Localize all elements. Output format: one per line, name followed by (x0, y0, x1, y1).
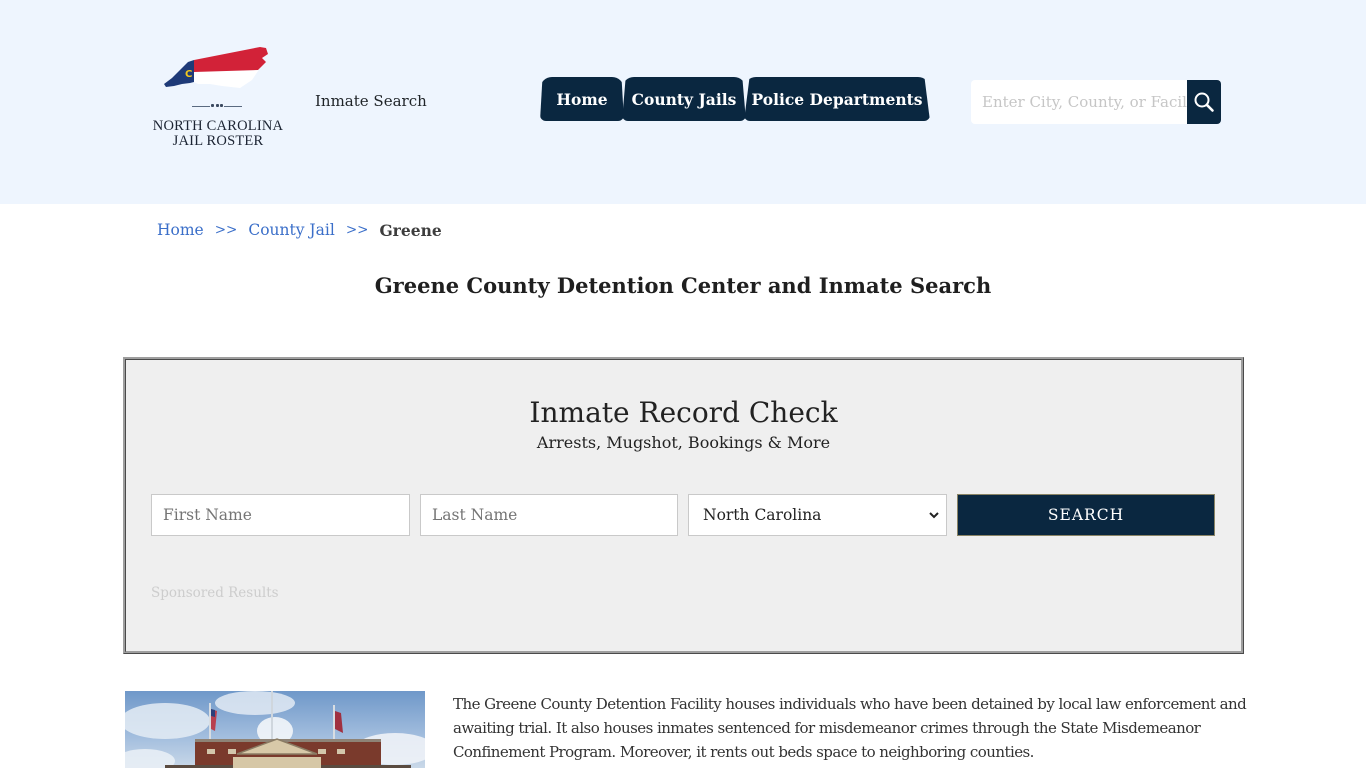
site-logo[interactable]: C NORTH CAROLINA JAIL ROSTER (148, 44, 288, 154)
state-select[interactable]: North Carolina (688, 494, 947, 536)
logo-line-2: JAIL ROSTER (172, 133, 264, 149)
state-select-value: North Carolina (703, 506, 822, 524)
logo-line-1: NORTH CAROLINA (152, 118, 284, 134)
north-carolina-flag-map-icon: C (164, 47, 268, 88)
breadcrumb: Home >> County Jail >> Greene (157, 221, 442, 240)
inmate-search-link[interactable]: Inmate Search (315, 92, 427, 110)
site-search-button[interactable] (1187, 80, 1221, 124)
page-title: Greene County Detention Center and Inmat… (374, 273, 992, 298)
last-name-input[interactable] (420, 494, 678, 536)
logo-text: NORTH CAROLINA JAIL ROSTER (148, 119, 288, 149)
site-search (971, 80, 1221, 124)
site-header: C NORTH CAROLINA JAIL ROSTER Inmate Sear… (0, 0, 1366, 204)
building-image (125, 691, 425, 768)
search-icon (1194, 92, 1214, 112)
first-name-input[interactable] (151, 494, 410, 536)
svg-text:C: C (185, 69, 192, 80)
nav-tab-label: County Jails (631, 89, 737, 109)
breadcrumb-current: Greene (379, 221, 442, 240)
nav-tab-label: Home (556, 89, 608, 109)
nav-tab-label: Police Departments (751, 89, 923, 109)
nav-tab-police-departments[interactable]: Police Departments (744, 77, 930, 121)
chevron-down-icon (929, 512, 939, 519)
breadcrumb-separator: >> (214, 222, 238, 238)
detention-center-photo (125, 691, 425, 768)
breadcrumb-separator: >> (345, 222, 369, 238)
site-search-input[interactable] (971, 80, 1187, 124)
breadcrumb-county-jail[interactable]: County Jail (248, 221, 334, 240)
record-check-title: Inmate Record Check (529, 396, 838, 429)
facility-description: The Greene County Detention Facility hou… (453, 695, 1247, 761)
nav-tab-county-jails[interactable]: County Jails (622, 77, 746, 121)
logo-dots (210, 104, 224, 108)
inmate-record-check-panel: Inmate Record Check Arrests, Mugshot, Bo… (123, 357, 1244, 654)
sponsored-results-label: Sponsored Results (151, 585, 279, 601)
breadcrumb-home[interactable]: Home (157, 221, 204, 240)
search-button[interactable]: SEARCH (957, 494, 1215, 536)
nav-tab-home[interactable]: Home (540, 77, 624, 121)
record-check-subtitle: Arrests, Mugshot, Bookings & More (536, 433, 831, 452)
